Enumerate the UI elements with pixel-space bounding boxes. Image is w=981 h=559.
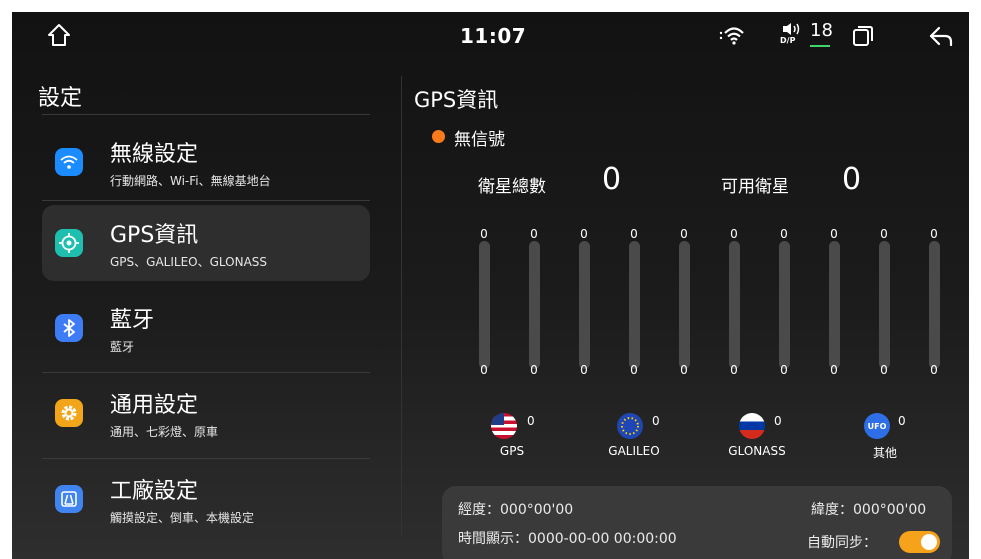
total-satellites-label: 衛星總數 <box>478 177 546 197</box>
sidebar-item-sub: 觸摸設定、倒車、本機設定 <box>110 511 255 525</box>
satellite-bar-top-label: 0 <box>780 227 788 241</box>
sidebar-item-bluetooth[interactable]: 藍牙 藍牙 <box>42 290 370 366</box>
satellite-bar-bottom-label: 0 <box>880 363 888 377</box>
sidebar-item-label: 通用設定 <box>110 393 199 418</box>
satellite-bar-bottom-label: 0 <box>780 363 788 377</box>
latitude: 緯度：000°00'00 <box>811 502 927 518</box>
auto-sync-toggle[interactable] <box>899 531 940 553</box>
satellite-signal-bar <box>579 241 590 369</box>
toggle-knob <box>921 534 937 550</box>
sidebar-item-sub: GPS、GALILEO、GLONASS <box>110 255 268 269</box>
location-target-icon <box>55 229 83 257</box>
satellite-signal-bar <box>779 241 790 369</box>
dsp-label: D/P <box>780 36 796 45</box>
satellite-bar-bottom-label: 0 <box>630 363 638 377</box>
sidebar-item-general[interactable]: 通用設定 通用、七彩燈、原車 <box>42 375 370 451</box>
satellite-bar-top-label: 0 <box>580 227 588 241</box>
galileo-count: 0 <box>652 414 660 428</box>
sidebar-item-sub: 藍牙 <box>110 340 135 354</box>
satellite-signal-bar <box>629 241 640 369</box>
sidebar-item-factory[interactable]: 工廠設定 觸摸設定、倒車、本機設定 <box>42 461 370 537</box>
satellite-bar-top-label: 0 <box>530 227 538 241</box>
auto-sync-label: 自動同步： <box>807 535 877 551</box>
page-title: GPS資訊 <box>414 88 499 112</box>
galileo-label: GALILEO <box>608 444 660 458</box>
russia-flag-icon <box>739 413 765 439</box>
satellite-bar-bottom-label: 0 <box>830 363 838 377</box>
divider <box>42 372 370 373</box>
home-icon[interactable] <box>46 22 72 52</box>
time-display: 時間顯示：0000-00-00 00:00:00 <box>458 531 677 547</box>
panel-divider <box>401 76 402 536</box>
satellite-bar-bottom-label: 0 <box>680 363 688 377</box>
satellite-signal-bar <box>829 241 840 369</box>
gps-label: GPS <box>499 444 525 458</box>
sidebar-item-label: 藍牙 <box>110 308 155 333</box>
other-count: 0 <box>898 414 906 428</box>
divider <box>42 200 370 201</box>
signal-status: 無信號 <box>454 130 505 150</box>
satellite-signal-bar <box>729 241 740 369</box>
sidebar-item-label: 工廠設定 <box>110 479 199 504</box>
satellite-signal-bar <box>529 241 540 369</box>
usa-flag-icon <box>491 413 517 439</box>
wifi-icon <box>55 148 83 176</box>
dsp-value: 18 <box>810 20 833 41</box>
satellite-bar-top-label: 0 <box>680 227 688 241</box>
satellite-signal-bar <box>879 241 890 369</box>
back-icon[interactable] <box>927 25 955 51</box>
glonass-count: 0 <box>774 414 782 428</box>
gear-icon <box>55 399 83 427</box>
satellite-bar-top-label: 0 <box>880 227 888 241</box>
divider <box>42 114 370 115</box>
settings-title: 設定 <box>38 86 83 111</box>
satellite-bar-bottom-label: 0 <box>730 363 738 377</box>
satellite-bar-bottom-label: 0 <box>580 363 588 377</box>
sidebar-item-sub: 行動網路、Wi-Fi、無線基地台 <box>110 174 271 188</box>
satellite-bar-top-label: 0 <box>830 227 838 241</box>
screen: 11:07 D/P 18 設定 無線設定 行動網路、Wi-Fi、無線基地台 GP… <box>12 12 969 559</box>
longitude: 經度：000°00'00 <box>458 502 574 518</box>
satellite-bar-bottom-label: 0 <box>930 363 938 377</box>
sidebar-item-label: GPS資訊 <box>110 223 199 248</box>
available-satellites-value: 0 <box>842 162 862 197</box>
satellite-bar-bottom-label: 0 <box>480 363 488 377</box>
satellite-bar-top-label: 0 <box>630 227 638 241</box>
sidebar-item-gps-info[interactable]: GPS資訊 GPS、GALILEO、GLONASS <box>42 205 370 281</box>
satellite-bar-bottom-label: 0 <box>530 363 538 377</box>
wifi-status-icon <box>718 24 746 50</box>
ufo-icon: UFO <box>864 413 890 439</box>
divider <box>42 458 370 459</box>
satellite-signal-bar <box>479 241 490 369</box>
total-satellites-value: 0 <box>602 162 622 197</box>
clock: 11:07 <box>460 24 527 48</box>
satellite-bar-top-label: 0 <box>930 227 938 241</box>
satellite-signal-bar <box>929 241 940 369</box>
eu-flag-icon <box>617 413 643 439</box>
dsp-underline <box>810 45 830 47</box>
signal-status-dot <box>432 130 445 143</box>
satellite-bar-top-label: 0 <box>480 227 488 241</box>
sidebar-item-label: 無線設定 <box>110 142 199 167</box>
glonass-label: GLONASS <box>728 444 786 458</box>
sidebar-item-sub: 通用、七彩燈、原車 <box>110 425 219 439</box>
sidebar-item-wireless[interactable]: 無線設定 行動網路、Wi-Fi、無線基地台 <box>42 124 370 200</box>
recent-apps-icon[interactable] <box>851 24 875 52</box>
gps-count: 0 <box>527 414 535 428</box>
other-label: 其他 <box>872 446 897 460</box>
bluetooth-icon <box>55 314 83 342</box>
status-bar: 11:07 D/P 18 <box>12 12 969 60</box>
factory-icon <box>55 485 83 513</box>
available-satellites-label: 可用衛星 <box>721 177 789 197</box>
satellite-bar-top-label: 0 <box>730 227 738 241</box>
satellite-signal-bar <box>679 241 690 369</box>
